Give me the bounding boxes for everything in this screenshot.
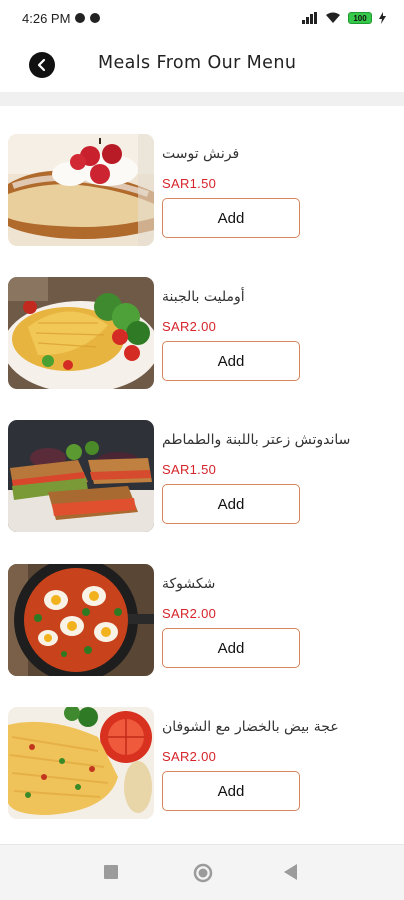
meal-name: ساندوتش زعتر باللبنة والطماطم <box>162 432 351 448</box>
app-notification-icon <box>90 13 101 23</box>
home-icon[interactable] <box>193 863 213 883</box>
meal-price: SAR2.00 <box>162 319 217 334</box>
menu-list[interactable]: فرنش توست SAR1.50 Add أومليت بالجبنة SAR… <box>0 106 404 844</box>
status-bar: 4:26 PM 100 <box>0 0 404 36</box>
add-button[interactable]: Add <box>162 198 300 238</box>
meal-price: SAR1.50 <box>162 176 217 191</box>
header-divider <box>0 92 404 106</box>
list-item: أومليت بالجبنة SAR2.00 Add <box>0 277 404 391</box>
add-button[interactable]: Add <box>162 341 300 381</box>
meal-price: SAR1.50 <box>162 462 217 477</box>
battery-icon: 100 <box>348 12 372 24</box>
shakshuka-photo <box>8 564 154 676</box>
meal-price: SAR2.00 <box>162 749 217 764</box>
system-nav-bar <box>0 844 404 900</box>
meal-price: SAR2.00 <box>162 606 217 621</box>
status-left: 4:26 PM <box>22 10 101 26</box>
list-item: شكشوكة SAR2.00 Add <box>0 564 404 678</box>
status-time: 4:26 PM <box>22 10 71 26</box>
meal-name: فرنش توست <box>162 146 240 162</box>
page-title: Meals From Our Menu <box>98 53 297 73</box>
french-toast-photo <box>8 134 154 246</box>
list-item: عجة بيض بالخضار مع الشوفان SAR2.00 Add <box>0 707 404 821</box>
charging-icon <box>379 12 386 24</box>
meal-name: عجة بيض بالخضار مع الشوفان <box>162 719 339 735</box>
list-item: فرنش توست SAR1.50 Add <box>0 134 404 248</box>
add-button[interactable]: Add <box>162 628 300 668</box>
meal-name: أومليت بالجبنة <box>162 289 245 305</box>
wifi-icon <box>326 12 340 23</box>
app-header: Meals From Our Menu <box>0 36 404 92</box>
back-button[interactable] <box>29 52 55 78</box>
battery-level: 100 <box>353 13 367 23</box>
cheese-omelette-photo <box>8 277 154 389</box>
back-arrow-icon <box>37 58 46 72</box>
app-notification-icon <box>75 13 86 23</box>
veggie-omelette-photo <box>8 707 154 819</box>
meal-name: شكشوكة <box>162 576 216 592</box>
add-button[interactable]: Add <box>162 771 300 811</box>
recent-apps-icon[interactable] <box>104 865 118 879</box>
status-right: 100 <box>302 12 386 24</box>
back-icon[interactable] <box>284 864 298 880</box>
signal-icon <box>302 12 317 24</box>
add-button[interactable]: Add <box>162 484 300 524</box>
zaatar-sandwich-photo <box>8 420 154 532</box>
list-item: ساندوتش زعتر باللبنة والطماطم SAR1.50 Ad… <box>0 420 404 534</box>
